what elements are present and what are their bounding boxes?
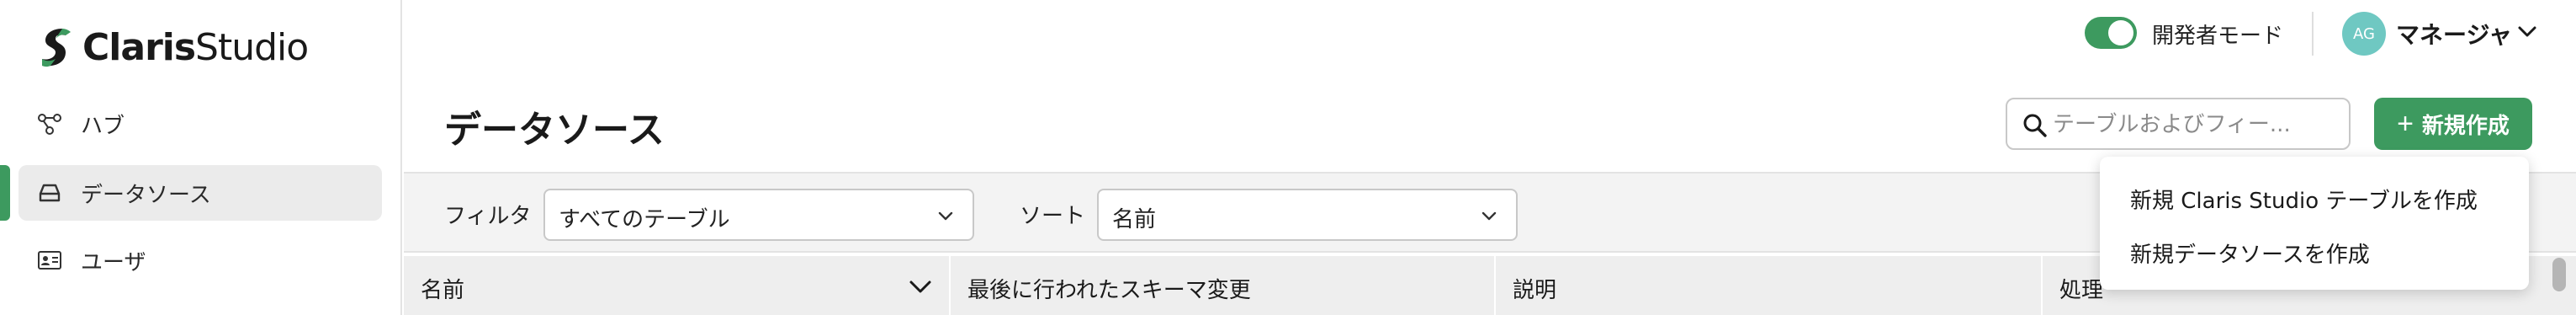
sidebar-item-label: データソース	[81, 182, 211, 208]
column-header-last-schema-change[interactable]: 最後に行われたスキーマ変更	[951, 256, 1496, 315]
new-button[interactable]: + 新規作成	[2374, 98, 2532, 150]
filter-label: フィルタ	[444, 204, 532, 229]
sort-select-value: 名前	[1112, 207, 1157, 232]
user-card-icon	[38, 251, 61, 270]
filter-select[interactable]: すべてのテーブル	[543, 189, 974, 241]
page-title: データソース	[444, 109, 665, 152]
divider	[2312, 12, 2314, 56]
column-header-description[interactable]: 説明	[1496, 256, 2043, 315]
column-header-name[interactable]: 名前	[404, 256, 951, 315]
dev-mode-toggle[interactable]	[2085, 17, 2137, 49]
filter-select-value: すべてのテーブル	[559, 207, 730, 232]
hub-icon	[38, 114, 61, 135]
logo-text: ClarisStudio	[82, 25, 309, 69]
vertical-scrollbar[interactable]	[2552, 258, 2566, 291]
database-icon	[39, 184, 61, 202]
sidebar: ClarisStudio ハブ データソース ユーザ	[0, 0, 402, 315]
new-dropdown-menu: 新規 Claris Studio テーブルを作成 新規データソースを作成	[2100, 157, 2529, 290]
column-header-label: 名前	[421, 278, 465, 303]
user-menu-name[interactable]: マネージャ	[2396, 17, 2512, 51]
sidebar-item-datasource[interactable]: データソース	[19, 165, 382, 221]
menu-item-new-datasource[interactable]: 新規データソースを作成	[2130, 238, 2370, 269]
plus-icon: +	[2397, 108, 2414, 140]
sidebar-item-users[interactable]: ユーザ	[19, 232, 382, 288]
sidebar-item-label: ユーザ	[81, 249, 146, 275]
sort-chevron-icon[interactable]	[909, 280, 932, 295]
claris-logo-icon	[42, 29, 71, 67]
active-nav-indicator	[0, 165, 10, 221]
column-header-label: 処理	[2059, 278, 2104, 303]
menu-item-new-claris-table[interactable]: 新規 Claris Studio テーブルを作成	[2130, 184, 2478, 215]
toggle-knob	[2108, 20, 2133, 45]
new-button-label: 新規作成	[2421, 112, 2510, 138]
chevron-down-icon	[1481, 211, 1497, 221]
app-root: ClarisStudio ハブ データソース ユーザ 開発者モード AG マネー…	[0, 0, 2576, 315]
sidebar-item-label: ハブ	[81, 113, 125, 139]
sort-label: ソート	[1020, 204, 1086, 229]
column-header-label: 最後に行われたスキーマ変更	[967, 278, 1251, 303]
search-icon	[2023, 114, 2047, 137]
sort-select[interactable]: 名前	[1097, 189, 1518, 241]
claris-logo[interactable]: ClarisStudio	[37, 25, 309, 69]
chevron-down-icon[interactable]	[2517, 25, 2537, 39]
search-input[interactable]	[2053, 108, 2339, 141]
sidebar-item-hub[interactable]: ハブ	[19, 96, 382, 152]
dev-mode-label: 開発者モード	[2152, 24, 2284, 49]
column-header-label: 説明	[1513, 278, 1557, 303]
search-box[interactable]	[2006, 98, 2351, 150]
avatar[interactable]: AG	[2342, 12, 2386, 56]
chevron-down-icon	[938, 211, 953, 221]
